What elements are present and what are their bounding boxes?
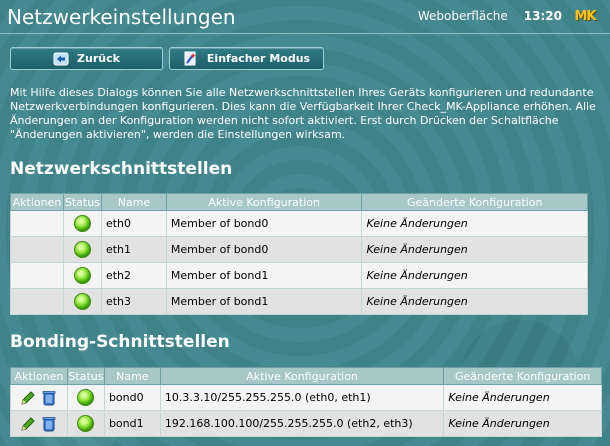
status-ok-icon (77, 415, 95, 432)
bond-name: bond0 (103, 384, 161, 411)
table-row: eth3 Member of bond1 Keine Änderungen (10, 288, 588, 315)
column-header: Aktionen (10, 367, 68, 385)
status-cell (62, 262, 102, 289)
pencil-icon[interactable] (19, 389, 37, 407)
status-cell (66, 384, 105, 411)
logo: MK (570, 6, 600, 26)
column-header: Name (100, 193, 167, 211)
active-config: 10.3.3.10/255.255.255.0 (eth0, eth1) (159, 384, 445, 411)
column-header: Aktive Konfiguration (165, 193, 363, 211)
status-cell (66, 410, 105, 437)
status-ok-icon (73, 267, 91, 284)
changed-config: Keine Änderungen (361, 262, 588, 289)
active-config: Member of bond0 (165, 236, 363, 263)
header-right: Weboberfläche 13:20 MK (418, 6, 600, 26)
pencil-icon[interactable] (19, 415, 37, 433)
trash-icon[interactable] (40, 415, 58, 433)
actions-cell (10, 236, 64, 263)
status-cell (62, 236, 102, 263)
wizard-icon (184, 51, 196, 65)
toolbar: Zurück Einfacher Modus (10, 47, 324, 70)
arrow-left-icon (53, 52, 69, 65)
active-config: Member of bond1 (165, 262, 363, 289)
changed-config: Keine Änderungen (361, 288, 588, 315)
interface-name: eth2 (100, 262, 167, 289)
interface-name: eth3 (100, 288, 167, 315)
status-ok-icon (77, 389, 95, 406)
column-header: Name (103, 367, 161, 385)
bonding-table: Aktionen Status Name Aktive Konfiguratio… (10, 367, 602, 437)
actions-cell (10, 288, 64, 315)
changed-config: Keine Änderungen (443, 384, 602, 411)
column-header: Aktionen (10, 193, 64, 211)
table-row: bond1 192.168.100.100/255.255.255.0 (eth… (10, 410, 602, 437)
actions-cell (10, 210, 64, 237)
trash-icon[interactable] (40, 389, 58, 407)
interface-name: eth0 (100, 210, 167, 237)
status-cell (62, 210, 102, 237)
changed-config: Keine Änderungen (443, 410, 602, 437)
active-config: Member of bond1 (165, 288, 363, 315)
column-header: Geänderte Konfiguration (361, 193, 588, 211)
changed-config: Keine Änderungen (361, 236, 588, 263)
status-ok-icon (73, 293, 91, 310)
active-config: Member of bond0 (165, 210, 363, 237)
status-ok-icon (73, 215, 91, 232)
table-header-row: Aktionen Status Name Aktive Konfiguratio… (10, 193, 588, 211)
table-row: bond0 10.3.3.10/255.255.255.0 (eth0, eth… (10, 384, 602, 411)
table-row: eth2 Member of bond1 Keine Änderungen (10, 262, 588, 289)
page-title: Netzwerkeinstellungen (7, 5, 236, 29)
column-header: Aktive Konfiguration (159, 367, 445, 385)
intro-text: Mit Hilfe dieses Dialogs können Sie alle… (10, 86, 596, 141)
column-header: Status (66, 367, 105, 385)
clock: 13:20 (523, 9, 562, 23)
interfaces-section-title: Netzwerkschnittstellen (10, 159, 233, 179)
table-row: eth0 Member of bond0 Keine Änderungen (10, 210, 588, 237)
back-button-label: Zurück (77, 52, 120, 65)
actions-cell (10, 384, 68, 411)
simple-mode-button[interactable]: Einfacher Modus (169, 47, 324, 70)
logo-text: MK (574, 8, 596, 24)
actions-cell (10, 410, 68, 437)
active-config: 192.168.100.100/255.255.255.0 (eth2, eth… (159, 410, 445, 437)
column-header: Geänderte Konfiguration (443, 367, 602, 385)
table-row: eth1 Member of bond0 Keine Änderungen (10, 236, 588, 263)
simple-mode-button-label: Einfacher Modus (206, 52, 311, 65)
back-button[interactable]: Zurück (10, 47, 163, 70)
actions-cell (10, 262, 64, 289)
interfaces-table: Aktionen Status Name Aktive Konfiguratio… (10, 193, 588, 315)
interface-name: eth1 (100, 236, 167, 263)
table-header-row: Aktionen Status Name Aktive Konfiguratio… (10, 367, 602, 385)
bond-name: bond1 (103, 410, 161, 437)
status-cell (62, 288, 102, 315)
web-interface-link[interactable]: Weboberfläche (418, 9, 508, 23)
status-ok-icon (73, 241, 91, 258)
column-header: Status (62, 193, 102, 211)
changed-config: Keine Änderungen (361, 210, 588, 237)
bonding-section-title: Bonding-Schnittstellen (10, 332, 230, 352)
header-bar: Netzwerkeinstellungen Weboberfläche 13:2… (0, 0, 610, 34)
